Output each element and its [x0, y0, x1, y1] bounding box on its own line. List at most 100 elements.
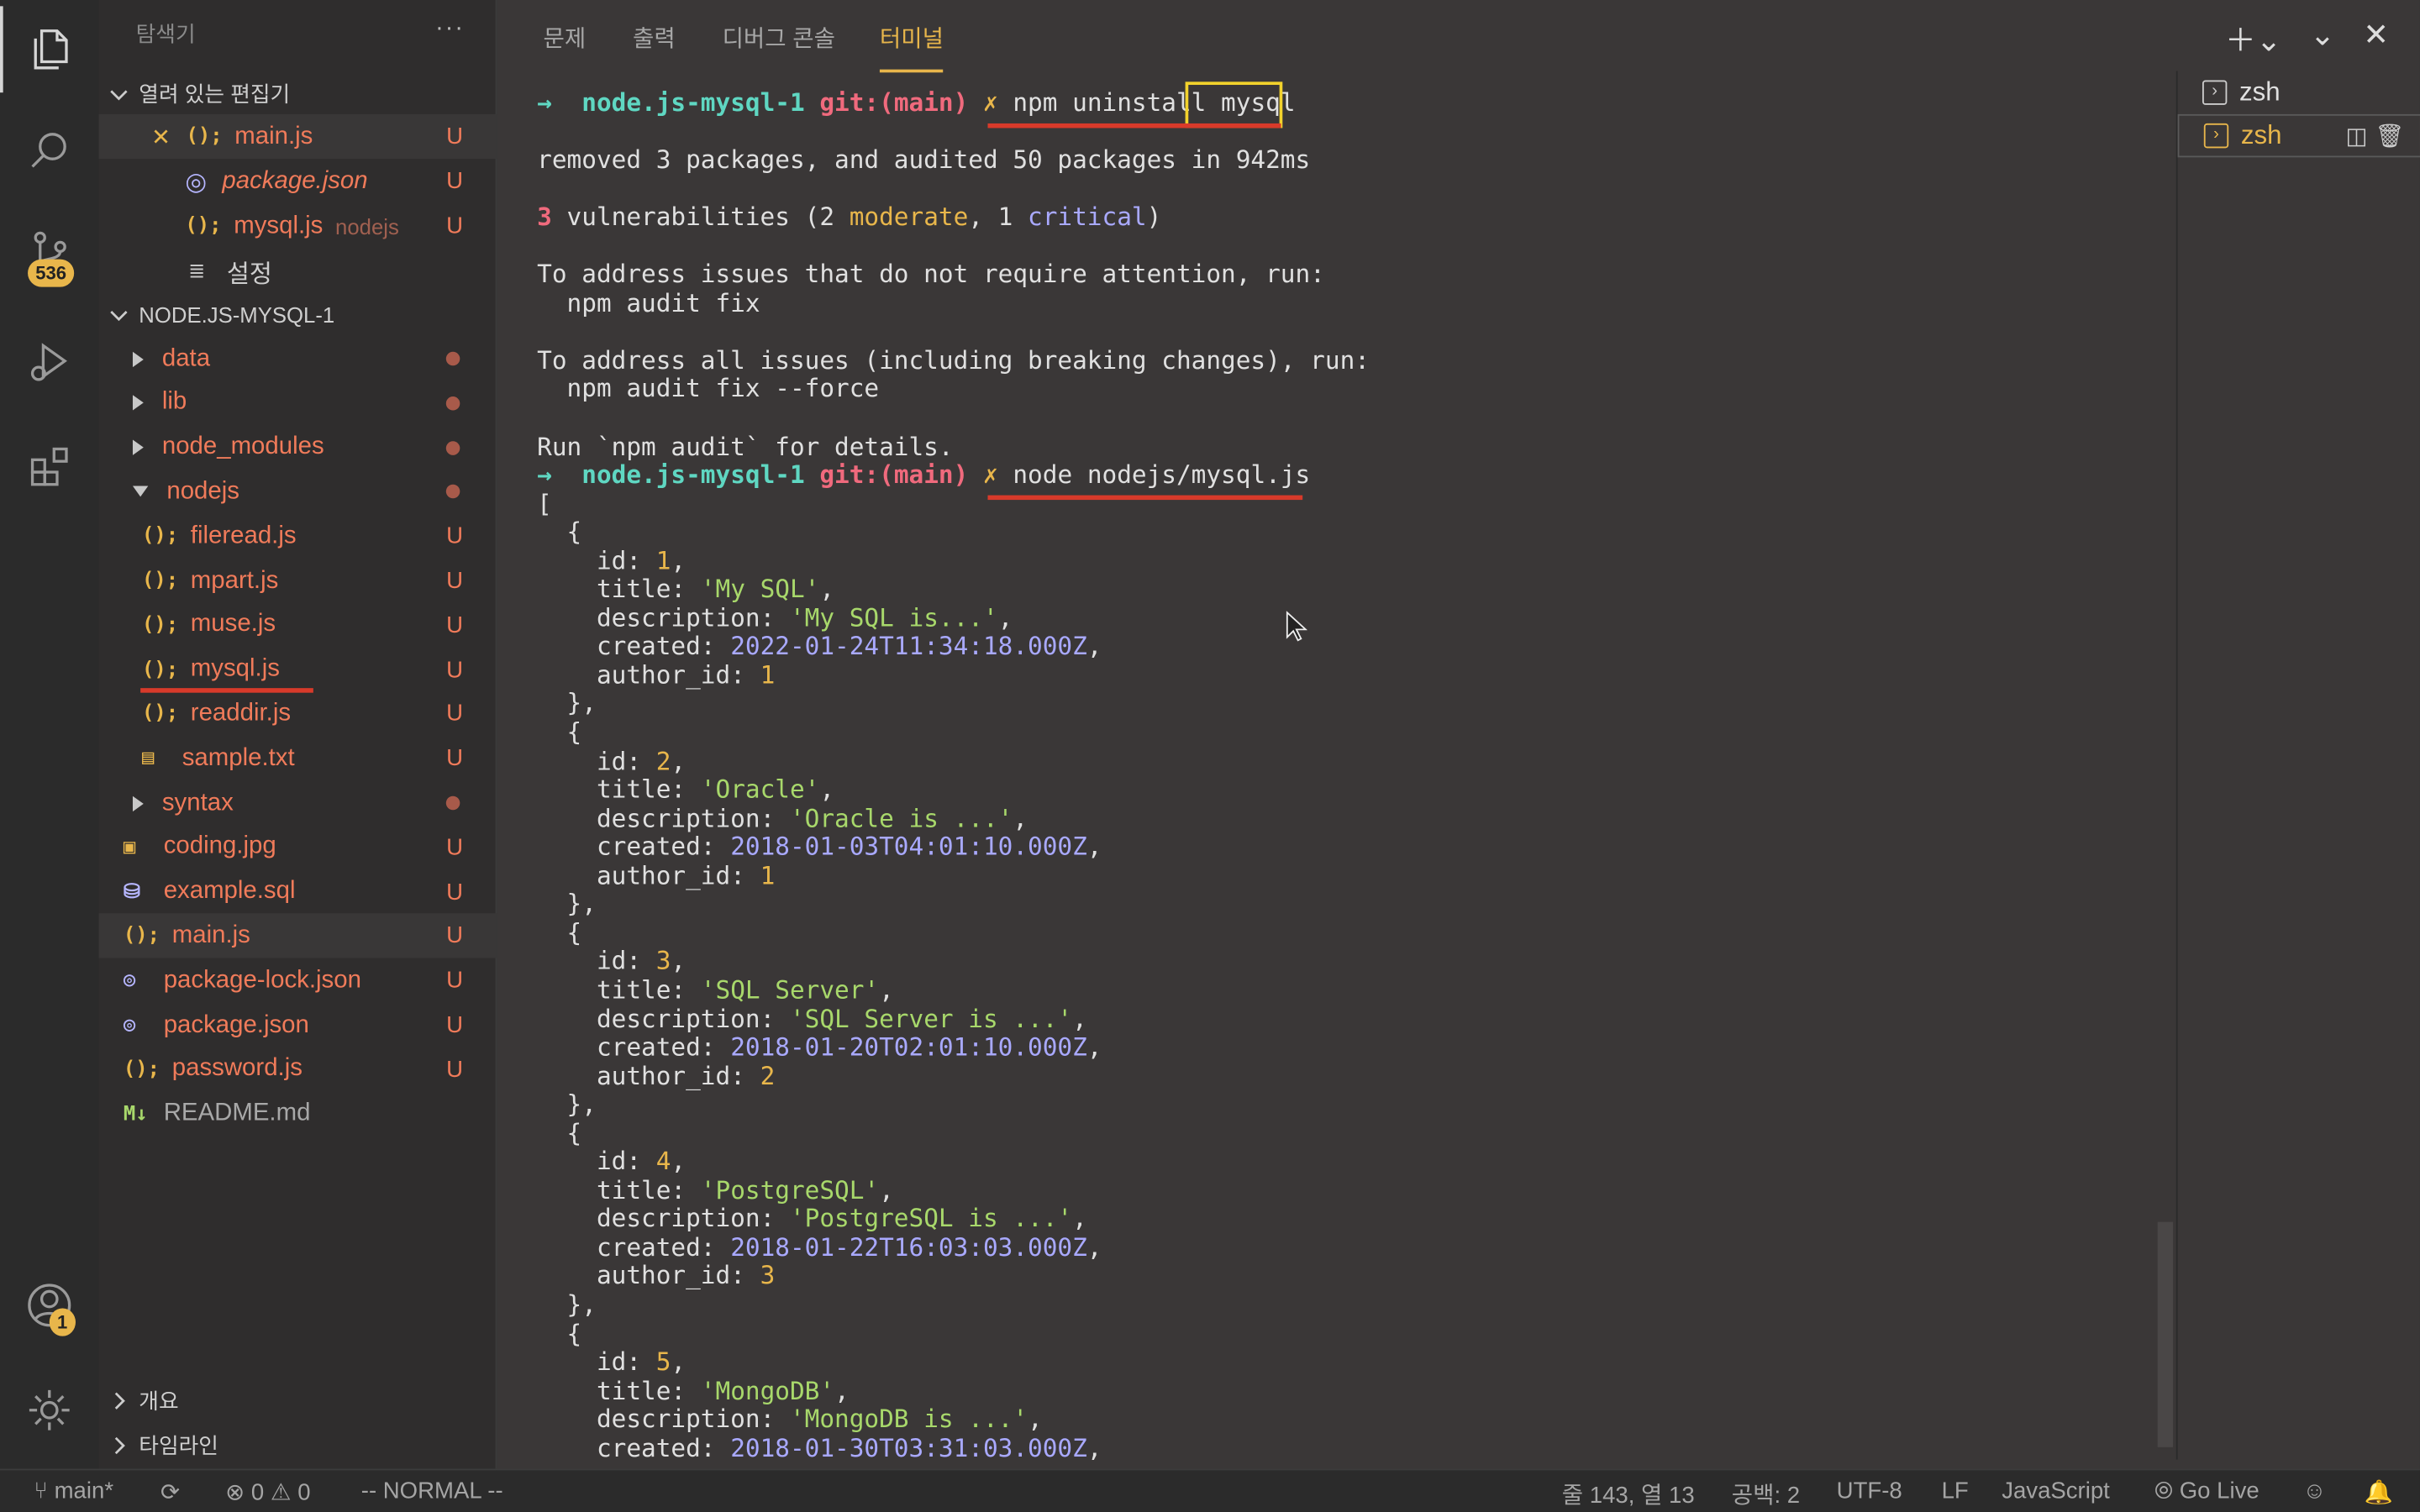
chevron-right-icon — [114, 1436, 125, 1454]
indentation[interactable]: 공백: 2 — [1732, 1478, 1800, 1511]
tree-item-name: muse.js — [190, 611, 276, 638]
terminal-line: author_id: 2 — [537, 1061, 2179, 1091]
tree-folder[interactable]: data — [99, 336, 497, 381]
terminal-text: created: — [537, 1032, 731, 1062]
terminal-line: npm audit fix — [537, 289, 2179, 318]
terminal-text: → — [537, 459, 582, 490]
terminal-text: { — [537, 1118, 582, 1147]
branch-indicator[interactable]: ⑂ main* — [34, 1478, 113, 1504]
terminal-text: id: — [537, 946, 656, 976]
tree-file[interactable]: (); mpart.js U — [99, 559, 497, 603]
explorer-icon[interactable] — [0, 6, 99, 93]
terminal-text: node nodejs/mysql.js — [1013, 459, 1311, 490]
tree-folder[interactable]: nodejs — [99, 470, 497, 514]
tree-file[interactable]: M↓ README.md — [99, 1092, 497, 1137]
json-settings-icon: ◎ — [185, 169, 208, 196]
terminal-line: → node.js-mysql-1 git:(main) ✗ node node… — [537, 459, 2179, 490]
terminal-item-selected[interactable]: › zsh ◫ 🗑 — [2177, 113, 2420, 158]
settings-gear-icon[interactable] — [0, 1367, 99, 1453]
terminal-text: description: — [537, 803, 790, 833]
outline-header[interactable]: 개요 — [99, 1378, 497, 1422]
open-editor-name: package.json — [222, 167, 368, 194]
project-header[interactable]: NODE.JS-MYSQL-1 — [99, 291, 497, 336]
encoding[interactable]: UTF-8 — [1837, 1478, 1902, 1504]
account-icon[interactable] — [0, 1262, 99, 1348]
terminal-text: , — [671, 545, 687, 575]
settings-list-icon: ≣ — [188, 258, 206, 282]
tree-item-name: package-lock.json — [163, 967, 361, 994]
close-panel-icon[interactable]: ✕ — [2363, 15, 2389, 60]
terminal-line: 3 vulnerabilities (2 moderate, 1 critica… — [537, 202, 2179, 233]
terminal-name: zsh — [2240, 120, 2282, 150]
terminal-text: 'Oracle is ...' — [789, 803, 1013, 833]
trash-icon[interactable]: 🗑 — [2375, 122, 2405, 150]
terminal-text: { — [537, 917, 582, 948]
chevron-down-icon[interactable]: ⌄ — [2310, 15, 2336, 60]
tree-file[interactable]: ◎ package.json U — [99, 1003, 497, 1047]
terminal-text: 3 — [655, 946, 671, 976]
tab-problems[interactable]: 문제 — [544, 22, 587, 55]
tree-item-name: readdir.js — [190, 700, 292, 727]
run-debug-icon[interactable] — [0, 318, 99, 404]
problems-indicator[interactable]: ⊗ 0 ⚠ 0 — [225, 1478, 310, 1505]
line-ending[interactable]: LF — [1942, 1478, 1969, 1504]
terminal-line: created: 2018-01-03T04:01:10.000Z, — [537, 832, 2179, 862]
extensions-icon[interactable] — [0, 423, 99, 509]
language-mode[interactable]: JavaScript — [2002, 1478, 2110, 1504]
tree-folder[interactable]: lib — [99, 381, 497, 425]
tree-file[interactable]: (); password.js U — [99, 1047, 497, 1092]
new-terminal-plus-icon[interactable]: ＋⌄ — [2225, 15, 2282, 60]
search-icon[interactable] — [0, 108, 99, 195]
tab-terminal[interactable]: 터미널 — [879, 22, 944, 73]
tree-file[interactable]: ◎ package-lock.json U — [99, 958, 497, 1003]
terminal-text: 'PostgreSQL is ...' — [789, 1204, 1073, 1234]
terminal-line: { — [537, 1319, 2179, 1348]
chevron-down-icon — [110, 310, 128, 321]
terminal-text: description: — [537, 602, 790, 633]
timeline-header[interactable]: 타임라인 — [99, 1422, 497, 1467]
tree-file[interactable]: ▣ coding.jpg U — [99, 825, 497, 869]
terminal-output[interactable]: → node.js-mysql-1 git:(main) ✗ npm unins… — [537, 90, 2179, 1463]
tab-output[interactable]: 출력 — [633, 22, 676, 55]
tree-file[interactable]: (); main.js U — [98, 914, 497, 959]
open-editor-item[interactable]: (); mysql.js nodejs U — [99, 203, 497, 248]
terminal-line: { — [537, 718, 2179, 748]
terminal-text: 'MongoDB' — [700, 1375, 835, 1405]
notifications-bell-icon[interactable]: 🔔 — [2365, 1478, 2393, 1505]
tree-file[interactable]: ⛁ example.sql U — [99, 869, 497, 914]
open-editor-item[interactable]: ✕ (); main.js U — [98, 113, 497, 160]
terminal-item[interactable]: › zsh — [2178, 71, 2420, 113]
terminal-text: node.js-mysql-1 — [581, 459, 820, 490]
tree-folder[interactable]: node_modules — [99, 425, 497, 470]
terminal-text: , — [879, 974, 894, 1005]
tab-debug-console[interactable]: 디버그 콘솔 — [723, 22, 835, 55]
tree-file[interactable]: (); readdir.js U — [99, 692, 497, 737]
tree-file[interactable]: ▤ sample.txt U — [99, 736, 497, 780]
open-editors-header[interactable]: 열려 있는 편집기 — [99, 71, 497, 115]
terminal-line: }, — [537, 890, 2179, 919]
open-editor-item[interactable]: ◎ package.json U — [99, 159, 497, 203]
terminal-line: author_id: 3 — [537, 1262, 2179, 1291]
tree-file[interactable]: (); mysql.js U — [99, 648, 497, 692]
close-icon[interactable]: ✕ — [151, 123, 171, 150]
more-actions-icon[interactable]: ··· — [435, 15, 465, 43]
go-live-button[interactable]: ⦾ Go Live — [2154, 1478, 2260, 1504]
terminal-scrollbar[interactable] — [2157, 1221, 2174, 1447]
tree-file[interactable]: (); muse.js U — [99, 603, 497, 648]
terminal-text: description: — [537, 1003, 790, 1033]
terminal-text: , — [834, 1375, 850, 1405]
terminal-line: To address issues that do not require at… — [537, 260, 2179, 290]
feedback-icon[interactable]: ☺ — [2302, 1478, 2326, 1504]
split-terminal-icon[interactable]: ◫ — [2345, 122, 2367, 150]
sync-icon[interactable]: ⟳ — [160, 1478, 180, 1505]
explorer-title: 탐색기 — [135, 21, 196, 47]
open-editor-item[interactable]: ≣ 설정 — [99, 249, 497, 293]
tree-item-name: example.sql — [163, 878, 296, 905]
tree-file[interactable]: (); fileread.js U — [99, 514, 497, 559]
cursor-position[interactable]: 줄 143, 열 13 — [1562, 1478, 1695, 1511]
modified-dot-icon — [445, 351, 460, 366]
tree-folder[interactable]: syntax — [99, 780, 497, 825]
